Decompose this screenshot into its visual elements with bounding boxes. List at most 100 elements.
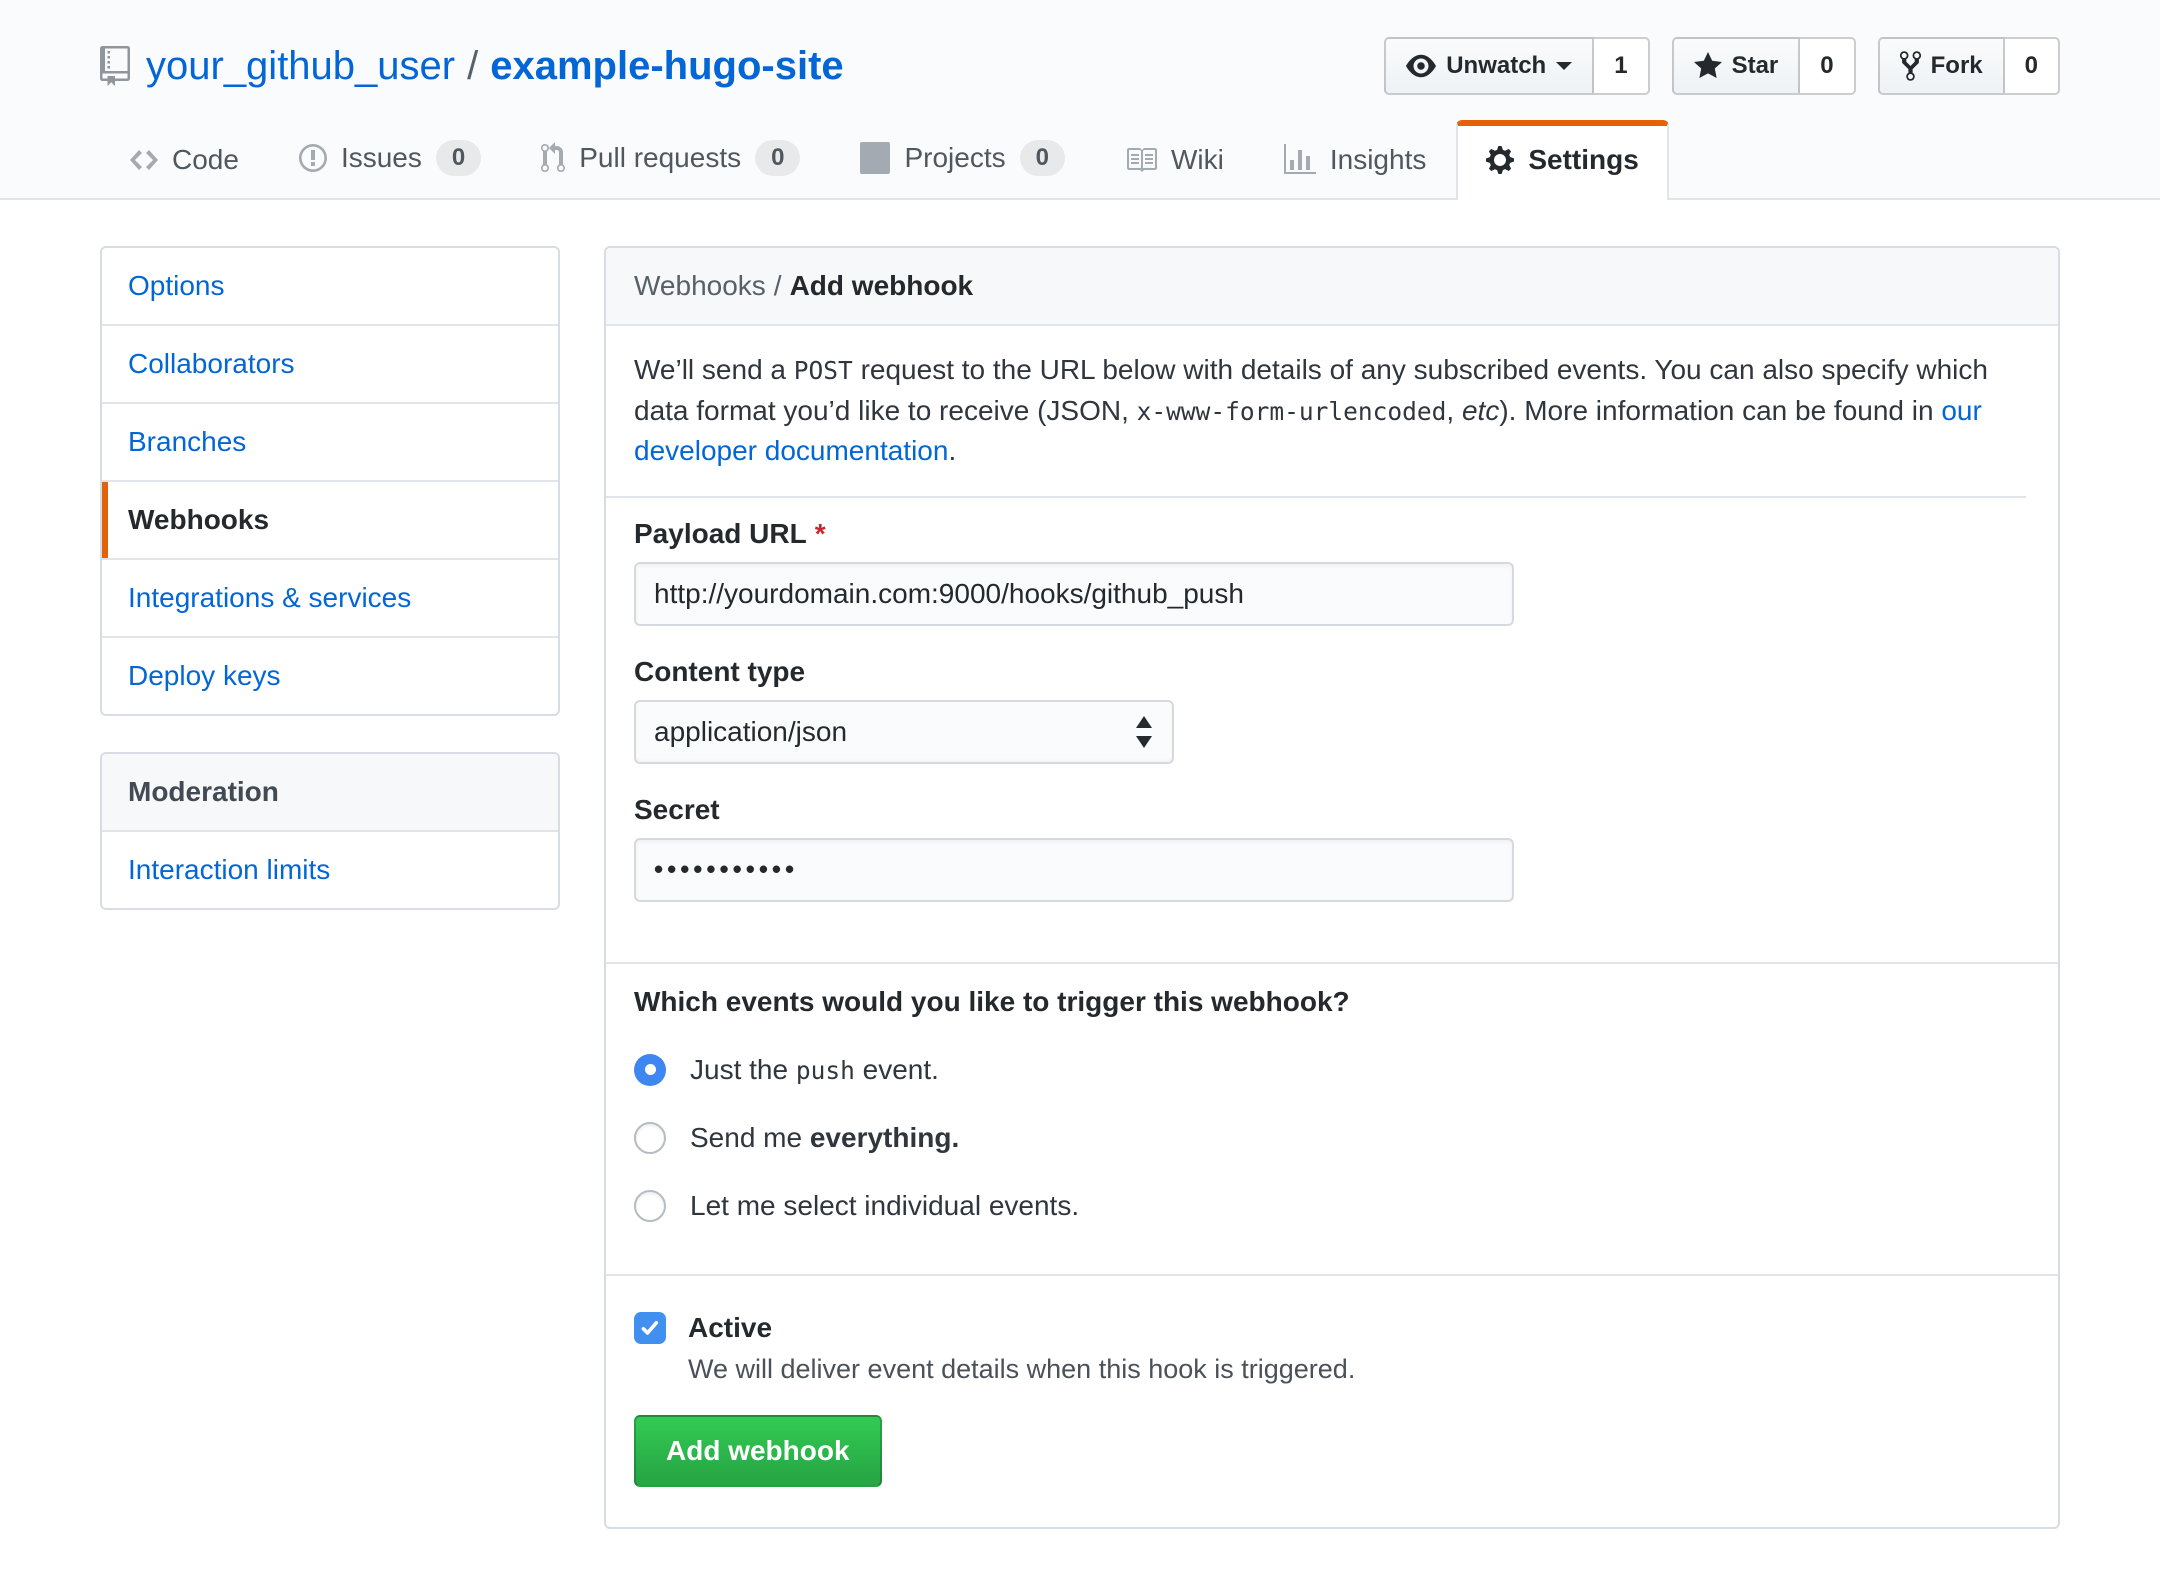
gear-icon [1486, 144, 1514, 176]
content-type-select[interactable]: application/json [634, 700, 1174, 764]
tab-issues-label: Issues [341, 142, 422, 174]
sidebar-item-deploy-keys[interactable]: Deploy keys [102, 638, 558, 714]
tab-projects[interactable]: Projects 0 [830, 116, 1095, 198]
payload-url-label: Payload URL * [634, 518, 2030, 550]
etc-italic: etc [1462, 395, 1499, 426]
settings-sidebar: Options Collaborators Branches Webhooks … [100, 246, 560, 910]
description-text: ). More information can be found in [1499, 395, 1941, 426]
tab-code-label: Code [172, 144, 239, 176]
tab-settings-label: Settings [1528, 144, 1638, 176]
star-count[interactable]: 0 [1800, 37, 1855, 95]
sidebar-item-interaction-limits[interactable]: Interaction limits [102, 832, 558, 908]
tab-wiki-label: Wiki [1171, 144, 1224, 176]
add-webhook-button[interactable]: Add webhook [634, 1415, 882, 1487]
eye-icon [1406, 51, 1436, 81]
main-content: Options Collaborators Branches Webhooks … [100, 246, 2060, 1529]
required-asterisk: * [815, 518, 826, 549]
active-label: Active [688, 1312, 772, 1344]
secret-label: Secret [634, 794, 2030, 826]
code-icon [130, 144, 158, 176]
star-button-group: Star 0 [1672, 37, 1856, 95]
pull-requests-count-badge: 0 [755, 140, 800, 176]
moderation-header: Moderation [102, 754, 558, 832]
tab-pull-requests[interactable]: Pull requests 0 [511, 116, 830, 198]
star-icon [1694, 50, 1722, 82]
tab-insights-label: Insights [1330, 144, 1427, 176]
watch-count[interactable]: 1 [1594, 37, 1649, 95]
radio-individual-events[interactable] [634, 1190, 666, 1222]
webhook-events-section: Which events would you like to trigger t… [606, 964, 2058, 1276]
urlencoded-code: x-www-form-urlencoded [1137, 397, 1447, 426]
breadcrumb-webhooks-link[interactable]: Webhooks [634, 270, 766, 301]
check-icon [639, 1317, 661, 1339]
page-head: your_github_user / example-hugo-site Unw… [0, 0, 2160, 200]
event-option-everything: Send me everything. [634, 1122, 2030, 1154]
event-option-push: Just the push event. [634, 1054, 2030, 1086]
event-option-everything-label: Send me everything. [690, 1122, 959, 1154]
sidebar-item-webhooks[interactable]: Webhooks [102, 482, 558, 560]
payload-url-label-text: Payload URL [634, 518, 807, 549]
sidebar-item-collaborators[interactable]: Collaborators [102, 326, 558, 404]
graph-icon [1284, 144, 1316, 176]
sidebar-item-integrations[interactable]: Integrations & services [102, 560, 558, 638]
settings-menu: Options Collaborators Branches Webhooks … [100, 246, 560, 716]
post-code: POST [794, 356, 853, 385]
push-code: push [796, 1056, 855, 1085]
event-option-individual: Let me select individual events. [634, 1190, 2030, 1222]
webhook-footer-section: Active We will deliver event details whe… [606, 1276, 2058, 1527]
caret-down-icon [1556, 62, 1572, 78]
unwatch-button[interactable]: Unwatch [1384, 37, 1594, 95]
everything-label-pre: Send me [690, 1122, 810, 1153]
breadcrumb: Webhooks/Add webhook [606, 248, 2058, 326]
unwatch-label: Unwatch [1446, 54, 1546, 78]
push-label-pre: Just the [690, 1054, 796, 1085]
tab-pull-requests-label: Pull requests [579, 142, 741, 174]
issues-count-badge: 0 [436, 140, 481, 176]
secret-input[interactable] [634, 838, 1514, 902]
repo-header-row: your_github_user / example-hugo-site Unw… [100, 34, 2060, 98]
sidebar-item-options[interactable]: Options [102, 248, 558, 326]
projects-count-badge: 0 [1020, 140, 1065, 176]
radio-everything[interactable] [634, 1122, 666, 1154]
radio-just-push[interactable] [634, 1054, 666, 1086]
watch-button-group: Unwatch 1 [1384, 37, 1649, 95]
description-text: , [1446, 395, 1462, 426]
pull-request-icon [541, 142, 565, 174]
push-label-post: event. [855, 1054, 939, 1085]
repo-title: your_github_user / example-hugo-site [100, 44, 844, 89]
select-arrows-icon [1134, 716, 1154, 748]
repo-owner-link[interactable]: your_github_user [146, 44, 455, 89]
webhook-panel: Webhooks/Add webhook We’ll send a POST r… [604, 246, 2060, 1529]
events-heading: Which events would you like to trigger t… [634, 986, 2030, 1018]
active-help-text: We will deliver event details when this … [688, 1354, 2030, 1385]
description-text: We’ll send a [634, 354, 794, 385]
active-checkbox[interactable] [634, 1312, 666, 1344]
fork-label: Fork [1931, 54, 1983, 78]
repo-name-link[interactable]: example-hugo-site [490, 44, 843, 89]
fork-button[interactable]: Fork [1878, 37, 2005, 95]
everything-bold: everything. [810, 1122, 959, 1153]
tab-wiki[interactable]: Wiki [1095, 120, 1254, 198]
payload-url-input[interactable] [634, 562, 1514, 626]
description-text: . [948, 435, 956, 466]
repo-nav: Code Issues 0 Pull requests 0 Projects 0… [100, 116, 2060, 198]
webhook-description: We’ll send a POST request to the URL bel… [606, 326, 2026, 498]
sidebar-item-branches[interactable]: Branches [102, 404, 558, 482]
star-button[interactable]: Star [1672, 37, 1801, 95]
tab-settings[interactable]: Settings [1456, 120, 1668, 200]
fork-icon [1900, 49, 1921, 83]
moderation-menu: Moderation Interaction limits [100, 752, 560, 910]
fork-count[interactable]: 0 [2005, 37, 2060, 95]
star-label: Star [1732, 54, 1779, 78]
book-icon [1125, 144, 1157, 176]
tab-issues[interactable]: Issues 0 [269, 116, 511, 198]
breadcrumb-current: Add webhook [790, 270, 974, 301]
repo-icon [100, 46, 130, 86]
tab-projects-label: Projects [904, 142, 1005, 174]
tab-insights[interactable]: Insights [1254, 120, 1457, 198]
event-option-push-label: Just the push event. [690, 1054, 939, 1086]
tab-code[interactable]: Code [100, 120, 269, 198]
fork-button-group: Fork 0 [1878, 37, 2060, 95]
content-type-value: application/json [654, 716, 847, 748]
project-icon [860, 142, 890, 174]
